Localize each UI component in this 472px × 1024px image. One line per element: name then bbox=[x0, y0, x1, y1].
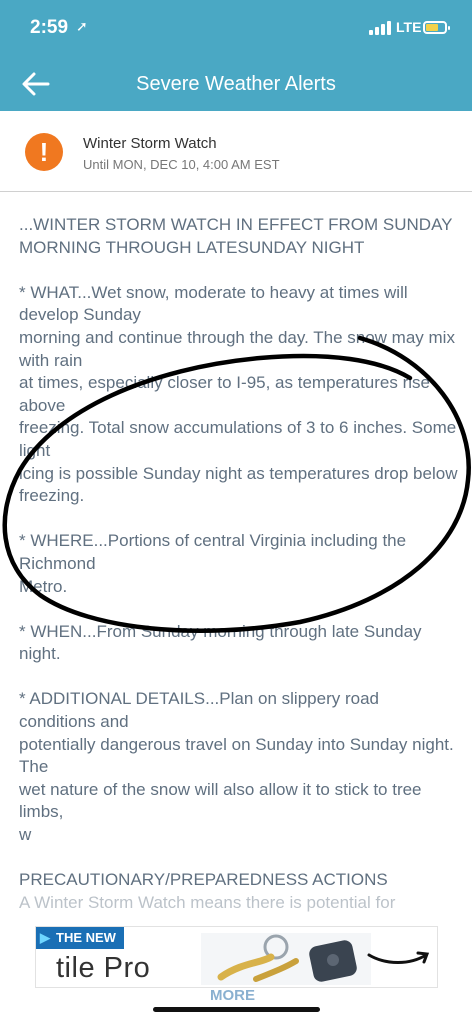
network-type: LTE bbox=[396, 19, 422, 35]
nav-bar: Severe Weather Alerts bbox=[0, 56, 472, 111]
play-icon: ▶ bbox=[40, 930, 50, 945]
ad-badge: ▶ THE NEW bbox=[36, 927, 124, 949]
ad-badge-label: THE NEW bbox=[56, 930, 116, 945]
home-indicator[interactable] bbox=[153, 1007, 320, 1012]
ad-banner[interactable]: ▶ THE NEW tile Pro bbox=[35, 926, 438, 988]
status-time: 2:59 bbox=[30, 17, 69, 38]
alert-header: ! Winter Storm Watch Until MON, DEC 10, … bbox=[0, 111, 472, 192]
amazon-logo bbox=[367, 951, 430, 964]
status-bar: 2:59 ➚ LTE bbox=[0, 0, 472, 56]
alert-body-text: ...WINTER STORM WATCH IN EFFECT FROM SUN… bbox=[19, 215, 458, 912]
keys-image bbox=[201, 933, 371, 985]
page-title: Severe Weather Alerts bbox=[136, 73, 336, 95]
ad-more-link[interactable]: MORE bbox=[210, 987, 255, 1004]
signal-icon bbox=[369, 21, 391, 35]
location-arrow-icon: ➚ bbox=[76, 18, 88, 34]
alert-expiry: Until MON, DEC 10, 4:00 AM EST bbox=[83, 157, 280, 172]
battery-icon bbox=[423, 21, 450, 34]
alert-title: Winter Storm Watch bbox=[83, 135, 217, 152]
ad-product-name: tile Pro bbox=[56, 952, 151, 984]
exclamation-icon: ! bbox=[25, 133, 63, 171]
